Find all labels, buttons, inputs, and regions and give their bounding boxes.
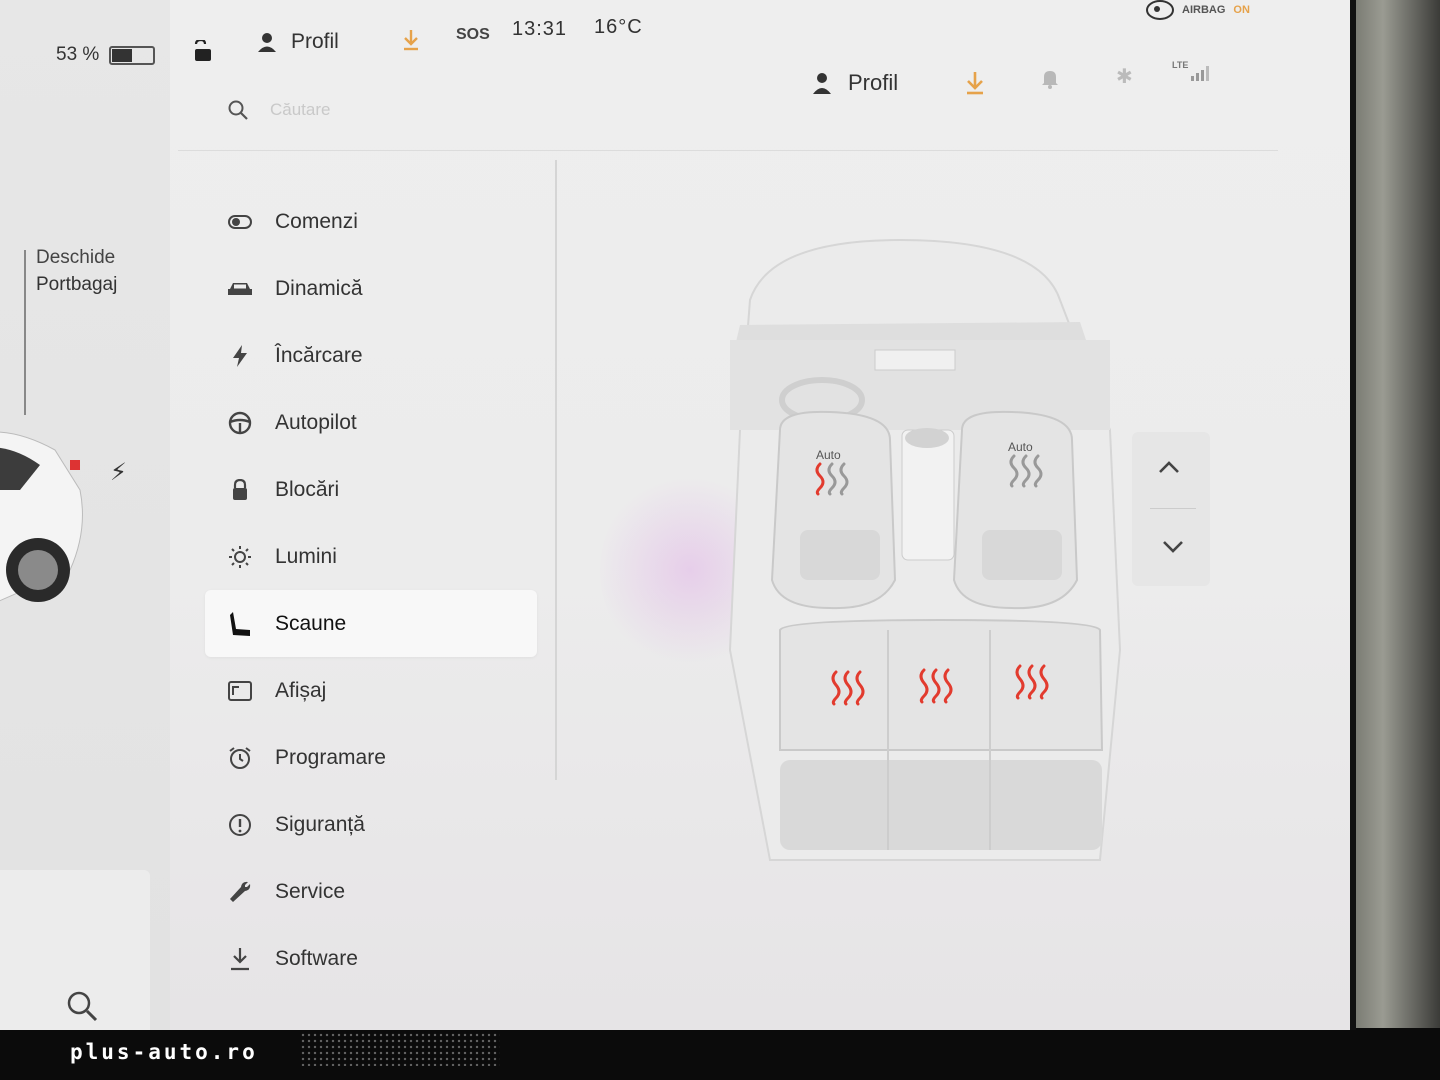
display-icon	[227, 678, 253, 704]
menu-item-software[interactable]: Software	[205, 925, 537, 992]
lte-label: LTE	[1172, 60, 1189, 70]
menu-item-lumini[interactable]: Lumini	[205, 523, 537, 590]
menu-item-label: Încărcare	[275, 343, 363, 367]
front-left-seat-auto-label: Auto	[816, 448, 841, 462]
clock: 13:31	[512, 18, 568, 40]
menu-item-label: Scaune	[275, 611, 347, 635]
trunk-pointer-line	[24, 250, 26, 415]
wrench-icon	[227, 879, 253, 905]
menu-item-comenzi[interactable]: Comenzi	[205, 188, 537, 255]
seat-scroll-control	[1132, 432, 1210, 586]
front-left-seat[interactable]	[770, 410, 897, 610]
front-right-seat-heater-icon[interactable]	[1006, 454, 1046, 488]
menu-item-blocari[interactable]: Blocări	[205, 456, 537, 523]
front-left-seat-heater-icon[interactable]	[812, 462, 852, 496]
menu-item-incarcare[interactable]: Încărcare	[205, 322, 537, 389]
menu-item-label: Programare	[275, 745, 386, 769]
bolt-icon	[227, 343, 253, 369]
battery-indicator: 53 %	[56, 44, 156, 66]
header-profile-button[interactable]: Profil	[812, 70, 898, 96]
chevron-down-icon[interactable]	[1162, 540, 1184, 554]
download-update-icon[interactable]	[964, 70, 986, 96]
seat-scroll-divider	[1150, 508, 1196, 509]
menu-item-label: Afișaj	[275, 678, 327, 702]
person-icon	[813, 73, 831, 94]
search-placeholder: Căutare	[270, 100, 331, 119]
status-profile-label: Profil	[291, 30, 339, 53]
battery-icon	[109, 45, 156, 65]
steering-wheel-icon	[227, 410, 253, 436]
touchscreen: 53 % Deschide Portbagaj ⚡︎ Profil SOS 13…	[0, 0, 1356, 1030]
toggle-icon	[227, 209, 253, 235]
watermark-dot-pattern	[300, 1032, 500, 1066]
outside-temperature: 16°C	[594, 16, 643, 38]
sos-label: SOS	[456, 26, 490, 43]
seat-icon	[227, 611, 253, 637]
passenger-airbag-indicator: AIRBAG ON	[1146, 0, 1250, 20]
battery-percent: 53 %	[56, 44, 100, 65]
watermark-text: plus-auto.ro	[70, 1040, 258, 1064]
car-icon	[227, 276, 253, 302]
search-icon[interactable]	[66, 990, 98, 1022]
menu-content-divider	[555, 160, 557, 780]
airbag-label: AIRBAG	[1182, 4, 1226, 16]
menu-item-label: Dinamică	[275, 276, 363, 300]
sun-icon	[227, 544, 253, 570]
menu-item-label: Blocări	[275, 477, 340, 501]
chevron-up-icon[interactable]	[1158, 460, 1180, 474]
open-trunk-line1: Deschide	[36, 247, 116, 268]
person-icon	[258, 33, 276, 52]
car-rear-image	[0, 431, 83, 602]
menu-item-autopilot[interactable]: Autopilot	[205, 389, 537, 456]
menu-item-label: Siguranță	[275, 812, 365, 836]
rear-left-seat-heater-icon[interactable]	[828, 670, 868, 706]
header-divider	[178, 150, 1278, 151]
menu-item-afisaj[interactable]: Afișaj	[205, 657, 537, 724]
bluetooth-icon[interactable]: ✱	[1116, 64, 1133, 89]
airbag-state: ON	[1233, 4, 1250, 16]
menu-item-siguranta[interactable]: Siguranță	[205, 791, 537, 858]
search-icon	[228, 100, 248, 120]
alarm-clock-icon	[227, 745, 253, 771]
menu-item-service[interactable]: Service	[205, 858, 537, 925]
unlock-icon[interactable]	[192, 40, 214, 62]
menu-item-scaune[interactable]: Scaune	[205, 590, 537, 657]
menu-item-label: Service	[275, 879, 346, 903]
open-trunk-button[interactable]: Deschide Portbagaj	[36, 244, 117, 298]
menu-item-label: Comenzi	[275, 209, 358, 233]
status-profile-button[interactable]: Profil	[257, 30, 339, 54]
screen-bezel-right	[1345, 0, 1440, 1080]
bell-icon[interactable]	[1040, 68, 1060, 90]
rear-center-seat-heater-icon[interactable]	[916, 668, 956, 704]
lock-icon	[227, 477, 253, 503]
rear-seat-bench[interactable]	[779, 618, 1104, 850]
settings-search[interactable]: Căutare	[228, 100, 330, 120]
charge-port-bolt-icon[interactable]: ⚡︎	[110, 458, 127, 487]
menu-item-dinamica[interactable]: Dinamică	[205, 255, 537, 322]
sos-button[interactable]: SOS	[456, 26, 490, 44]
battery-fill	[112, 48, 133, 62]
car-visual-panel: 53 % Deschide Portbagaj ⚡︎	[0, 0, 170, 1030]
menu-item-label: Software	[275, 946, 358, 970]
menu-item-label: Autopilot	[275, 410, 357, 434]
front-right-seat-auto-label: Auto	[1008, 440, 1033, 454]
download-icon	[227, 946, 253, 972]
open-trunk-line2: Portbagaj	[36, 274, 118, 295]
menu-item-label: Lumini	[275, 544, 337, 568]
header-profile-label: Profil	[848, 70, 899, 95]
car-interior-seat-diagram	[728, 238, 1122, 861]
download-update-icon[interactable]	[402, 28, 420, 52]
menu-item-programare[interactable]: Programare	[205, 724, 537, 791]
info-circle-icon	[227, 812, 253, 838]
rear-right-seat-heater-icon[interactable]	[1012, 664, 1052, 700]
settings-menu: Comenzi Dinamică Încărcare Autopilot Blo…	[205, 188, 537, 992]
airbag-icon	[1146, 0, 1174, 20]
signal-strength-icon	[1191, 66, 1209, 81]
